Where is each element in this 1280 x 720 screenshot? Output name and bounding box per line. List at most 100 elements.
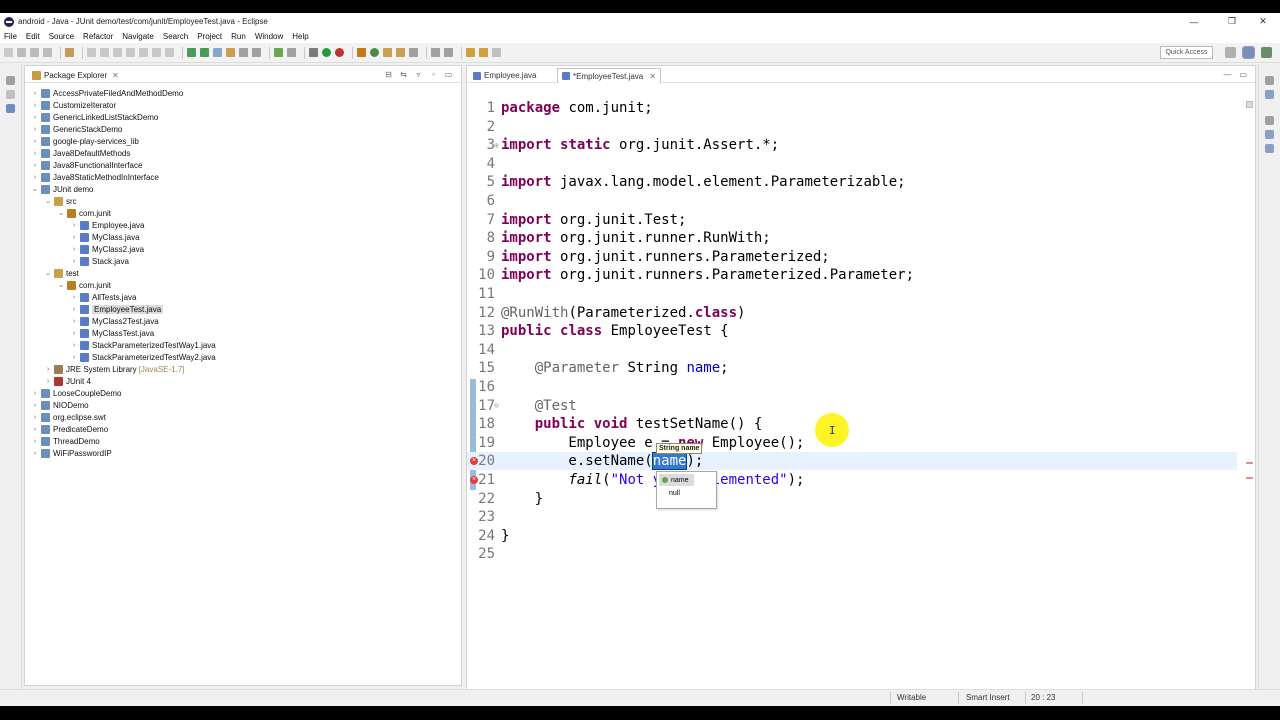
tree-item[interactable]: › Stack.java — [70, 255, 129, 267]
java-perspective-icon[interactable] — [1242, 46, 1255, 59]
close-icon[interactable]: ✕ — [649, 72, 656, 81]
tree-item[interactable]: › MyClass2Test.java — [70, 315, 159, 327]
new-package-icon[interactable] — [383, 48, 392, 57]
xml-icon[interactable] — [252, 48, 261, 57]
code-line[interactable]: 6 — [467, 192, 1237, 210]
tree-item[interactable]: › PredicateDemo — [31, 423, 108, 435]
tree-item[interactable]: ⌄ test — [44, 267, 79, 279]
android-sdk-icon[interactable] — [187, 48, 196, 57]
task-list-icon[interactable] — [1265, 90, 1274, 99]
tree-item[interactable]: › Employee.java — [70, 219, 144, 231]
chevron-right-icon[interactable]: › — [31, 390, 39, 397]
chevron-right-icon[interactable]: › — [44, 378, 52, 385]
error-marker[interactable] — [1246, 477, 1253, 479]
tree-item[interactable]: ⌄ src — [44, 195, 77, 207]
suspend-icon[interactable] — [100, 48, 109, 57]
code-line[interactable]: 25 — [467, 545, 1237, 563]
collapse-all-icon[interactable]: ⊟ — [384, 70, 393, 79]
layout-icon[interactable] — [239, 48, 248, 57]
menu-help[interactable]: Help — [292, 32, 308, 41]
lint-icon[interactable] — [226, 48, 235, 57]
close-icon[interactable]: ✕ — [112, 71, 119, 80]
maximize-button[interactable]: ❐ — [1215, 13, 1249, 30]
save-all-icon[interactable] — [30, 48, 39, 57]
code-line[interactable]: 3 ⊕ import static org.junit.Assert.*; — [467, 136, 1237, 154]
quick-access-field[interactable]: Quick Access — [1160, 46, 1213, 59]
close-button[interactable]: ✕ — [1246, 13, 1280, 30]
tree-item[interactable]: › JUnit 4 — [44, 375, 91, 387]
code-line[interactable]: 19 Employee e = new Employee(); — [467, 434, 1237, 452]
expand-fold-icon[interactable]: ⊕ — [494, 141, 499, 150]
tree-item[interactable]: › MyClass2.java — [70, 243, 144, 255]
chevron-right-icon[interactable]: › — [31, 402, 39, 409]
code-line[interactable]: 5 import javax.lang.model.element.Paramet… — [467, 173, 1237, 191]
menu-refactor[interactable]: Refactor — [83, 32, 113, 41]
tree-item[interactable]: › GenericLinkedListStackDemo — [31, 111, 158, 123]
chevron-right-icon[interactable]: › — [70, 222, 78, 229]
code-line[interactable]: 1 package com.junit; — [467, 99, 1237, 117]
chevron-down-icon[interactable]: ⌄ — [44, 197, 52, 205]
new-class-icon[interactable] — [370, 48, 379, 57]
code-line[interactable]: 18 public void testSetName() { — [467, 415, 1237, 433]
hierarchy-view-icon[interactable] — [6, 104, 15, 113]
prev-annotation-icon[interactable] — [466, 48, 475, 57]
skip-breakpoints-icon[interactable] — [65, 48, 74, 57]
code-line[interactable]: 21× fail("Not yet implemented"); — [467, 471, 1237, 489]
code-line[interactable]: 15 @Parameter String name; — [467, 359, 1237, 377]
menu-source[interactable]: Source — [49, 32, 74, 41]
resume-icon[interactable] — [87, 48, 96, 57]
chevron-down-icon[interactable]: ⌄ — [57, 209, 65, 217]
chevron-right-icon[interactable]: › — [70, 318, 78, 325]
tree-item[interactable]: › MyClassTest.java — [70, 327, 154, 339]
coverage-icon[interactable] — [335, 48, 344, 57]
chevron-right-icon[interactable]: › — [31, 138, 39, 145]
tree-item[interactable]: › ThreadDemo — [31, 435, 100, 447]
restore-icon[interactable] — [1265, 116, 1274, 125]
tab-package-explorer[interactable]: Package Explorer ✕ — [28, 68, 123, 82]
back-icon[interactable] — [479, 48, 488, 57]
tab-employeetest-java[interactable]: *EmployeeTest.java ✕ — [557, 68, 661, 83]
device-icon[interactable] — [213, 48, 222, 57]
chevron-down-icon[interactable]: ⌄ — [57, 281, 65, 289]
code-line[interactable]: 20 × e.setName(name); — [467, 452, 1237, 471]
step-over-icon[interactable] — [152, 48, 161, 57]
error-icon[interactable]: × — [470, 476, 478, 484]
new-java-project-icon[interactable] — [357, 48, 366, 57]
tree-item[interactable]: › NIODemo — [31, 399, 89, 411]
disconnect-icon[interactable] — [126, 48, 135, 57]
chevron-right-icon[interactable]: › — [31, 102, 39, 109]
collapse-fold-icon[interactable]: ⊖ — [494, 401, 499, 410]
maximize-editor-icon[interactable]: ▭ — [1239, 70, 1247, 79]
code-line[interactable]: 17 ⊖ @Test — [467, 397, 1237, 415]
tree-item[interactable]: › MyClass.java — [70, 231, 140, 243]
print-icon[interactable] — [43, 48, 52, 57]
code-line[interactable]: 24} — [467, 527, 1237, 545]
chevron-right-icon[interactable]: › — [31, 438, 39, 445]
tree-item[interactable]: › Java8FunctionalInterface — [31, 159, 142, 171]
tree-item[interactable]: › LooseCoupleDemo — [31, 387, 122, 399]
menu-navigate[interactable]: Navigate — [122, 32, 154, 41]
code-line[interactable]: 23 — [467, 508, 1237, 526]
code-line[interactable]: 16 — [467, 378, 1237, 396]
open-perspective-icon[interactable] — [1225, 47, 1236, 58]
menu-search[interactable]: Search — [163, 32, 188, 41]
terminate-icon[interactable] — [113, 48, 122, 57]
tree-item[interactable]: › JRE System Library [JavaSE-1.7] — [44, 363, 185, 375]
run-icon[interactable] — [322, 48, 331, 57]
code-line[interactable]: 8 import org.junit.runner.RunWith; — [467, 229, 1237, 247]
menu-file[interactable]: File — [4, 32, 17, 41]
step-into-icon[interactable] — [139, 48, 148, 57]
link-with-editor-icon[interactable]: ⇆ — [399, 70, 408, 79]
maximize-view-icon[interactable]: ▭ — [444, 70, 453, 79]
open-type-icon[interactable] — [396, 48, 405, 57]
error-marker[interactable] — [1246, 462, 1253, 464]
minimize-button[interactable]: — — [1177, 13, 1211, 30]
tree-item[interactable]: › Java8StaticMethodInInterface — [31, 171, 159, 183]
new-server-icon[interactable] — [274, 48, 283, 57]
forward-icon[interactable] — [492, 48, 501, 57]
tree-item[interactable]: › CustomizeIterator — [31, 99, 116, 111]
menu-window[interactable]: Window — [255, 32, 283, 41]
code-line[interactable]: 22 } — [467, 490, 1237, 508]
new-icon[interactable] — [4, 48, 13, 57]
code-line[interactable]: 7 import org.junit.Test; — [467, 211, 1237, 229]
